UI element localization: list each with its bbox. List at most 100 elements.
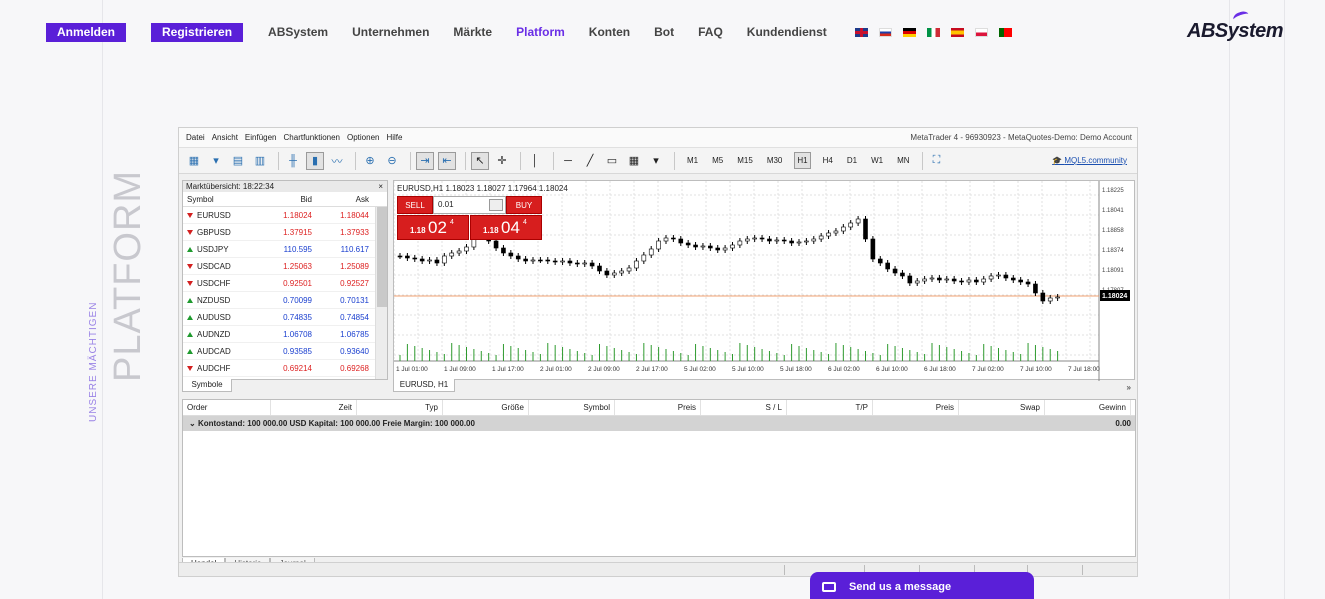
fullscreen-icon[interactable]: ⛶ xyxy=(928,152,946,170)
terminal-column-header[interactable]: Preis xyxy=(873,400,959,415)
terminal-column-header[interactable]: Order xyxy=(183,400,271,415)
market-watch-row[interactable]: AUDCAD 0.93585 0.93640 xyxy=(183,343,387,360)
buy-button[interactable]: BUY xyxy=(506,196,542,214)
one-click-trading: SELL 0.01 BUY 1.18 02 4 1.18 04 4 xyxy=(397,196,543,241)
timeframe-m1[interactable]: M1 xyxy=(685,153,700,168)
close-icon[interactable]: × xyxy=(378,181,383,192)
candle-body xyxy=(752,237,757,240)
market-watch-row[interactable]: AUDCHF 0.69214 0.69268 xyxy=(183,360,387,377)
it-flag-icon[interactable] xyxy=(926,27,940,37)
chat-widget[interactable]: Send us a message xyxy=(810,572,1034,599)
column-bid[interactable]: Bid xyxy=(257,192,315,206)
nav-link-kundendienst[interactable]: Kundendienst xyxy=(747,25,827,39)
ru-flag-icon[interactable] xyxy=(878,27,892,37)
menu-einfuegen[interactable]: Einfügen xyxy=(245,133,277,142)
nav-link-bot[interactable]: Bot xyxy=(654,25,674,39)
en-flag-icon[interactable] xyxy=(854,27,868,37)
nav-link-unternehmen[interactable]: Unternehmen xyxy=(352,25,429,39)
market-watch-row[interactable]: USDCHF 0.92501 0.92527 xyxy=(183,275,387,292)
balance-total: 0.00 xyxy=(1115,419,1131,428)
mql5-community-link[interactable]: 🎓 MQL5.community xyxy=(1052,156,1127,165)
terminal-column-header[interactable]: Zeit xyxy=(271,400,357,415)
timeframe-mn[interactable]: MN xyxy=(895,153,911,168)
tab-symbole[interactable]: Symbole xyxy=(182,379,232,392)
crosshair-icon[interactable]: ✛ xyxy=(493,152,511,170)
nav-link-absystem[interactable]: ABSystem xyxy=(268,25,328,39)
new-file-icon[interactable]: ▤ xyxy=(229,152,247,170)
sell-button[interactable]: SELL xyxy=(397,196,433,214)
menu-optionen[interactable]: Optionen xyxy=(347,133,379,142)
absystem-logo[interactable]: ABSystem xyxy=(1187,9,1284,43)
timeframe-m5[interactable]: M5 xyxy=(710,153,725,168)
fibonacci-icon[interactable]: ▦ xyxy=(625,152,643,170)
collapse-icon[interactable]: ⌄ xyxy=(189,419,198,428)
column-ask[interactable]: Ask xyxy=(315,192,373,206)
autoscroll-icon[interactable]: ⇥ xyxy=(416,151,434,170)
timeframe-h4[interactable]: H4 xyxy=(821,153,835,168)
terminal-column-header[interactable]: Symbol xyxy=(529,400,615,415)
nav-link-konten[interactable]: Konten xyxy=(589,25,630,39)
terminal-column-header[interactable]: Gewinn xyxy=(1045,400,1131,415)
terminal-column-header[interactable]: T/P xyxy=(787,400,873,415)
buy-price[interactable]: 1.18 04 4 xyxy=(470,215,542,240)
terminal-column-header[interactable]: S / L xyxy=(701,400,787,415)
scrollbar-thumb[interactable] xyxy=(377,207,387,307)
market-watch-icon[interactable]: ▥ xyxy=(251,152,269,170)
pl-flag-icon[interactable] xyxy=(974,27,988,37)
market-watch-row[interactable]: USDJPY 110.595 110.617 xyxy=(183,241,387,258)
timeframe-w1[interactable]: W1 xyxy=(869,153,885,168)
more-tabs-icon[interactable]: » xyxy=(1127,383,1131,392)
login-button[interactable]: Anmelden xyxy=(46,22,127,42)
chart-shift-icon[interactable]: ⇤ xyxy=(438,151,456,170)
label-icon[interactable]: ▾ xyxy=(647,152,665,170)
es-flag-icon[interactable] xyxy=(950,27,964,37)
terminal-column-header[interactable]: Typ xyxy=(357,400,443,415)
zoom-in-icon[interactable]: ⊕ xyxy=(361,152,379,170)
column-symbol[interactable]: Symbol xyxy=(183,192,257,206)
market-watch-row[interactable]: AUDNZD 1.06708 1.06785 xyxy=(183,326,387,343)
price-chart[interactable]: 1.182251.180411.188581.183741.180911.178… xyxy=(393,180,1135,381)
menu-chartfunktionen[interactable]: Chartfunktionen xyxy=(284,133,340,142)
market-watch-row[interactable]: GBPUSD 1.37915 1.37933 xyxy=(183,224,387,241)
register-button[interactable]: Registrieren xyxy=(151,22,244,42)
timeframe-m30[interactable]: M30 xyxy=(765,153,785,168)
zoom-out-icon[interactable]: ⊖ xyxy=(383,152,401,170)
nav-link-maerkte[interactable]: Märkte xyxy=(453,25,492,39)
horizontal-line-icon[interactable]: ─ xyxy=(559,152,577,170)
line-chart-icon[interactable]: 〰 xyxy=(328,152,346,170)
terminal-column-header[interactable]: Größe xyxy=(443,400,529,415)
menu-datei[interactable]: Datei xyxy=(186,133,205,142)
timeframe-h1[interactable]: H1 xyxy=(794,152,811,169)
market-watch-row[interactable]: AUDUSD 0.74835 0.74854 xyxy=(183,309,387,326)
market-watch-row[interactable]: EURUSD 1.18024 1.18044 xyxy=(183,207,387,224)
nav-link-faq[interactable]: FAQ xyxy=(698,25,723,39)
new-chart-icon[interactable]: ▦ xyxy=(185,152,203,170)
lot-spinner-icon[interactable] xyxy=(489,199,503,211)
trendline-icon[interactable]: ╱ xyxy=(581,152,599,170)
de-flag-icon[interactable] xyxy=(902,27,916,37)
bar-chart-icon[interactable]: ╫ xyxy=(284,152,302,170)
candle-body xyxy=(929,277,935,280)
terminal-column-header[interactable]: Swap xyxy=(959,400,1045,415)
candle-body xyxy=(589,262,595,267)
market-watch-row[interactable]: USDCAD 1.25063 1.25089 xyxy=(183,258,387,275)
menu-ansicht[interactable]: Ansicht xyxy=(212,133,238,142)
market-watch-row[interactable]: NZDUSD 0.70099 0.70131 xyxy=(183,292,387,309)
nav-link-platform[interactable]: Platform xyxy=(516,25,565,39)
pt-flag-icon[interactable] xyxy=(998,27,1012,37)
profiles-icon[interactable]: ▾ xyxy=(207,152,225,170)
tab-eurusd-h1[interactable]: EURUSD, H1 xyxy=(393,379,455,392)
timeframe-m15[interactable]: M15 xyxy=(735,153,755,168)
cursor-icon[interactable]: ↖ xyxy=(471,151,489,170)
vertical-line-icon[interactable]: │ xyxy=(526,152,544,170)
market-watch-scrollbar[interactable] xyxy=(375,207,387,379)
sell-price[interactable]: 1.18 02 4 xyxy=(397,215,469,240)
menu-hilfe[interactable]: Hilfe xyxy=(386,133,402,142)
lot-size-input[interactable]: 0.01 xyxy=(433,196,506,214)
timeframe-d1[interactable]: D1 xyxy=(845,153,859,168)
terminal-column-header[interactable]: Preis xyxy=(615,400,701,415)
text-icon[interactable]: ▭ xyxy=(603,152,621,170)
candlestick-icon[interactable]: ▮ xyxy=(306,151,324,170)
candle-body xyxy=(515,255,521,260)
side-heading: PLATFORM xyxy=(107,169,149,382)
